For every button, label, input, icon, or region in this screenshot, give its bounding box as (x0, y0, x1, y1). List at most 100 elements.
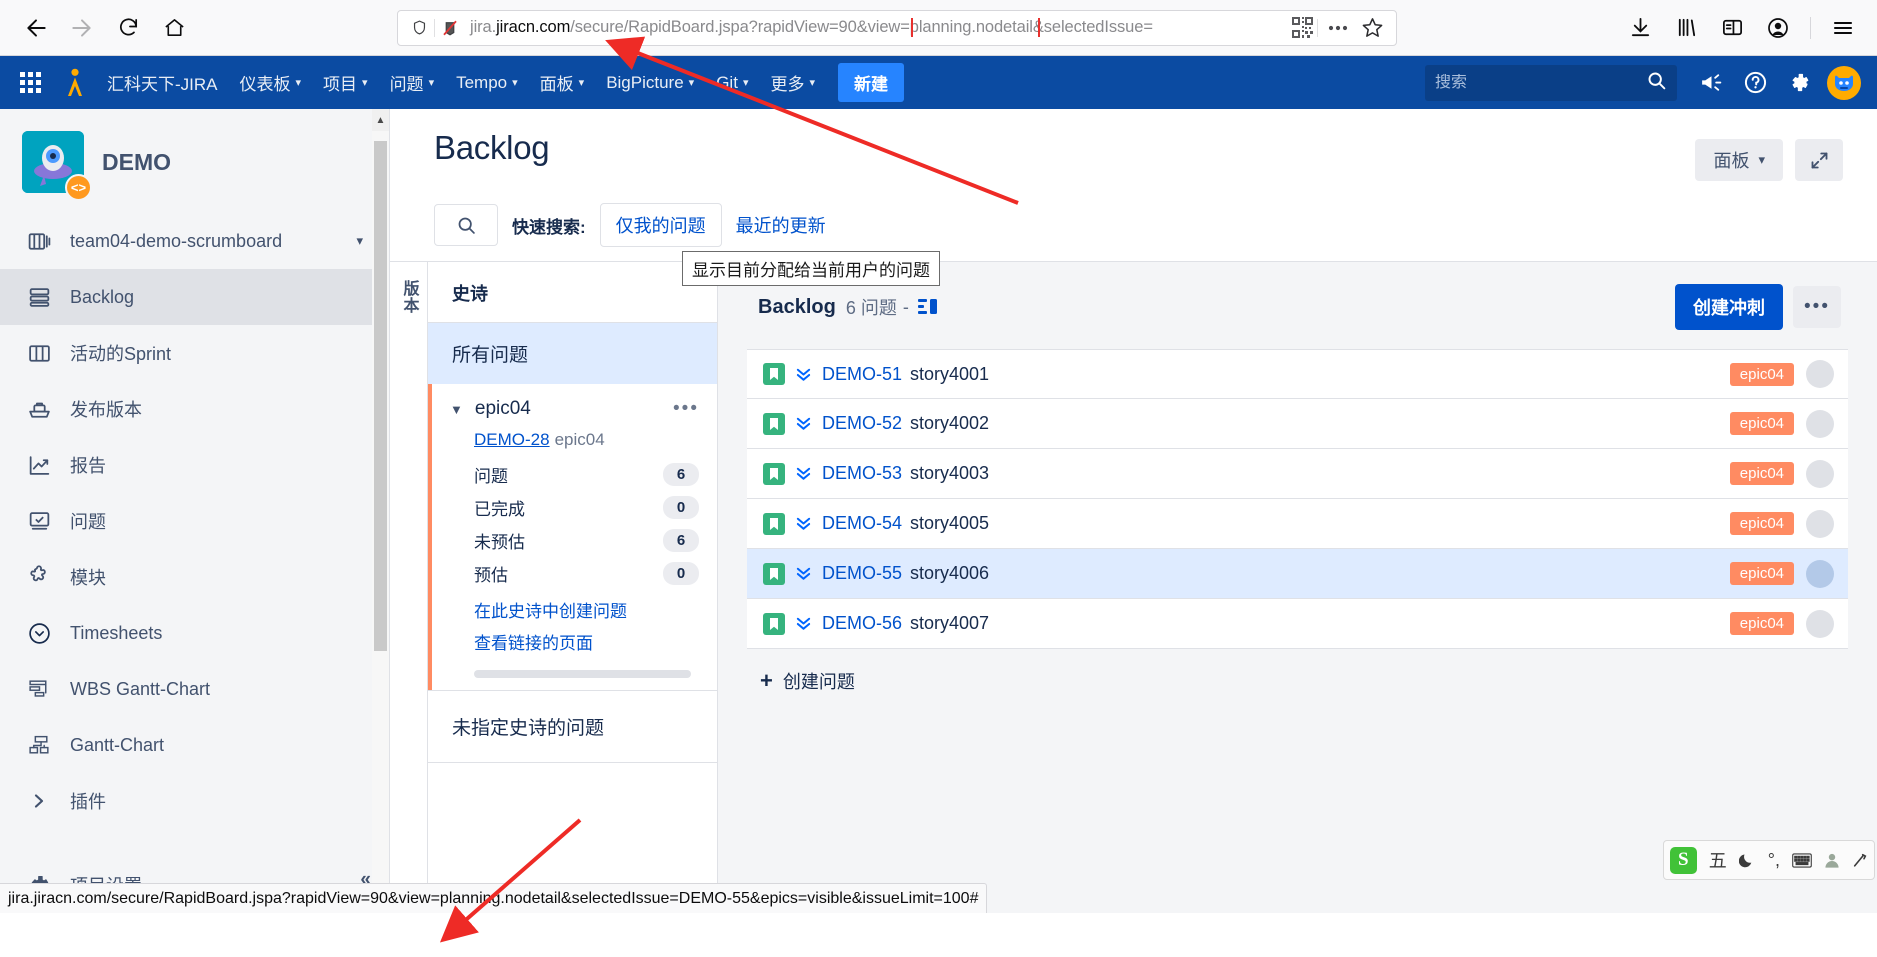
nav-item-issues[interactable]: 问题 ▾ (379, 56, 446, 109)
sidebar-toggle-icon[interactable] (1712, 8, 1752, 48)
table-row[interactable]: DEMO-54 story4005 epic04 (747, 499, 1848, 549)
table-row[interactable]: DEMO-56 story4007 epic04 (747, 599, 1848, 649)
create-button[interactable]: 新建 (838, 63, 904, 102)
person-icon[interactable] (1824, 852, 1840, 869)
epic-create-issue-link[interactable]: 在此史诗中创建问题 (432, 590, 717, 622)
avatar[interactable] (1806, 609, 1834, 638)
help-icon[interactable] (1733, 61, 1777, 105)
versions-rail[interactable]: 版本 (390, 262, 428, 913)
scroll-up-arrow-icon[interactable]: ▲ (372, 109, 389, 131)
epic-tag[interactable]: epic04 (1729, 612, 1794, 635)
search-input[interactable] (1435, 73, 1646, 92)
sidebar-item-active-sprint[interactable]: 活动的Sprint (0, 325, 389, 381)
back-button[interactable] (14, 8, 58, 48)
avatar[interactable] (1806, 559, 1834, 588)
epic-tag[interactable]: epic04 (1729, 462, 1794, 485)
nav-item-tempo[interactable]: Tempo ▾ (445, 56, 529, 109)
page-actions-icon[interactable] (1322, 13, 1354, 43)
app-switcher-icon[interactable] (6, 63, 54, 103)
epic-key-link[interactable]: DEMO-28 (474, 430, 550, 449)
shield-icon[interactable] (406, 18, 432, 37)
global-search[interactable] (1425, 64, 1677, 101)
sidebar-item-issues[interactable]: 问题 (0, 493, 389, 549)
megaphone-icon[interactable] (1689, 61, 1733, 105)
nav-item-dashboard[interactable]: 仪表板 ▾ (229, 56, 313, 109)
epic-tag[interactable]: epic04 (1729, 562, 1794, 585)
qr-code-icon[interactable] (1291, 17, 1313, 39)
create-sprint-button[interactable]: 创建冲刺 (1675, 284, 1783, 330)
avatar[interactable] (1806, 360, 1834, 388)
sidebar-item-backlog[interactable]: Backlog (0, 269, 389, 325)
sidebar-item-wbs-gantt-chart[interactable]: WBS Gantt-Chart (0, 661, 389, 717)
nav-item-projects[interactable]: 项目 ▾ (312, 56, 379, 109)
board-selector[interactable]: team04-demo-scrumboard ▾ (0, 213, 389, 269)
epic-card-header[interactable]: ▼ epic04 ••• (432, 384, 717, 424)
table-row[interactable]: DEMO-52 story4002 epic04 (747, 399, 1848, 449)
ime-mode-label[interactable]: 五 (1709, 847, 1727, 873)
forward-button[interactable] (60, 8, 104, 48)
chevron-down-icon[interactable]: ▼ (450, 402, 463, 417)
account-icon[interactable] (1758, 8, 1798, 48)
filter-only-my-issues[interactable]: 仅我的问题 (599, 203, 722, 247)
search-button[interactable] (434, 204, 498, 246)
epic-tag[interactable]: epic04 (1729, 412, 1794, 435)
issue-key[interactable]: DEMO-54 (822, 513, 902, 534)
epic-view-linked-pages-link[interactable]: 查看链接的页面 (432, 622, 717, 654)
sidebar-item-components[interactable]: 模块 (0, 549, 389, 605)
tracking-blocked-icon[interactable] (437, 18, 463, 38)
avatar[interactable] (1806, 509, 1834, 538)
sidebar-scrollbar[interactable]: ▲ ▼ (372, 109, 389, 913)
estimate-toggle-icon[interactable] (917, 298, 938, 316)
epic-filter-unassigned[interactable]: 未指定史诗的问题 (428, 691, 717, 763)
fullscreen-button[interactable] (1795, 139, 1843, 181)
keyboard-icon[interactable] (1792, 852, 1812, 868)
table-row[interactable]: DEMO-51 story4001 epic04 (747, 349, 1848, 399)
url-text[interactable]: jira.jiracn.com/secure/RapidBoard.jspa?r… (463, 18, 1291, 37)
ime-toolbar[interactable]: S 五 °, (1662, 840, 1875, 880)
filter-recently-updated[interactable]: 最近的更新 (736, 212, 826, 238)
sidebar-item-timesheets[interactable]: Timesheets (0, 605, 389, 661)
gear-icon[interactable] (1777, 61, 1821, 105)
scrollbar-thumb[interactable] (374, 141, 387, 651)
tools-icon[interactable] (1852, 852, 1868, 869)
sidebar-item-releases[interactable]: 发布版本 (0, 381, 389, 437)
search-icon[interactable] (1646, 70, 1667, 96)
library-icon[interactable] (1666, 8, 1706, 48)
downloads-icon[interactable] (1620, 8, 1660, 48)
reload-button[interactable] (106, 8, 150, 48)
avatar[interactable] (1827, 65, 1861, 100)
epic-filter-all-issues[interactable]: 所有问题 (428, 323, 717, 384)
board-menu-button[interactable]: 面板 ▾ (1695, 139, 1783, 181)
address-bar[interactable]: jira.jiracn.com/secure/RapidBoard.jspa?r… (397, 9, 1397, 46)
issue-key[interactable]: DEMO-53 (822, 463, 902, 484)
project-header[interactable]: <> DEMO (0, 109, 389, 207)
bookmark-star-icon[interactable] (1356, 13, 1388, 43)
avatar[interactable] (1806, 459, 1834, 488)
sogou-logo-icon[interactable]: S (1669, 846, 1697, 874)
issue-key[interactable]: DEMO-55 (822, 563, 902, 584)
nav-item-boards[interactable]: 面板 ▾ (529, 56, 596, 109)
issue-key[interactable]: DEMO-51 (822, 364, 902, 385)
backlog-more-button[interactable]: ••• (1793, 286, 1841, 328)
issue-key[interactable]: DEMO-56 (822, 613, 902, 634)
sidebar-item-reports[interactable]: 报告 (0, 437, 389, 493)
sidebar-item-plugins[interactable]: 插件 (0, 773, 389, 829)
nav-item-bigpicture[interactable]: BigPicture ▾ (595, 56, 705, 109)
sidebar-item-gantt-chart[interactable]: Gantt-Chart (0, 717, 389, 773)
epic-tag[interactable]: epic04 (1729, 362, 1794, 386)
table-row[interactable]: DEMO-53 story4003 epic04 (747, 449, 1848, 499)
home-button[interactable] (152, 8, 196, 48)
nav-item-git[interactable]: Git ▾ (705, 56, 759, 109)
punctuation-icon[interactable]: °, (1768, 850, 1780, 871)
issue-key[interactable]: DEMO-52 (822, 413, 902, 434)
jira-logo-icon[interactable] (54, 63, 96, 103)
app-menu-icon[interactable] (1823, 8, 1863, 48)
epic-more-icon[interactable]: ••• (673, 398, 699, 420)
moon-icon[interactable] (1738, 852, 1756, 869)
avatar[interactable] (1806, 409, 1834, 438)
create-issue-button[interactable]: + 创建问题 (746, 650, 1849, 694)
epic-tag[interactable]: epic04 (1729, 512, 1794, 535)
nav-item-more[interactable]: 更多 ▾ (759, 56, 826, 109)
nav-brand[interactable]: 汇科天下-JIRA (96, 56, 229, 109)
table-row[interactable]: DEMO-55 story4006 epic04 (747, 549, 1848, 599)
